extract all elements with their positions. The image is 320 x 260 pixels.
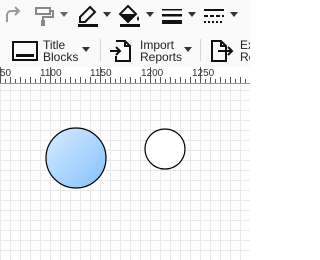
drawing-canvas[interactable] [0, 84, 250, 260]
line-color-dropdown[interactable] [103, 12, 111, 17]
export-reports-label-line2: Re [240, 50, 250, 64]
fill-color-icon[interactable] [118, 4, 142, 28]
ribbon-row: Title Blocks Import Reports Ex Re [0, 33, 250, 68]
fill-color-bar [120, 24, 140, 27]
line-color-icon[interactable] [76, 4, 100, 28]
ruler-label: 1150 [90, 68, 112, 79]
redo-icon[interactable] [2, 4, 22, 28]
import-reports-dropdown-icon[interactable] [184, 47, 192, 52]
ruler-label: 1100 [40, 68, 62, 79]
horizontal-ruler[interactable]: 50 1100 1150 1200 1250 [0, 67, 250, 84]
ruler-label: 50 [0, 68, 12, 79]
ribbon-separator [200, 39, 201, 61]
small-white-circle-shape[interactable] [144, 128, 186, 170]
line-style-dropdown[interactable] [230, 12, 238, 17]
line-style-icon[interactable] [202, 4, 226, 28]
title-blocks-icon [12, 41, 38, 61]
canvas-shapes [45, 127, 186, 189]
line-color-bar [78, 24, 98, 27]
formatting-toolbar [0, 0, 250, 34]
export-reports-icon [211, 40, 234, 62]
ruler-label: 1250 [192, 68, 215, 79]
export-reports-button[interactable]: Ex Re [204, 33, 250, 67]
ribbon-separator [100, 39, 101, 61]
import-reports-label-line2: Reports [140, 50, 183, 64]
ruler-label: 1200 [141, 68, 164, 79]
title-blocks-button[interactable]: Title Blocks [0, 33, 96, 67]
fill-color-dropdown[interactable] [146, 12, 154, 17]
import-reports-button[interactable]: Import Reports [104, 33, 196, 67]
large-blue-circle-shape[interactable] [45, 127, 107, 189]
title-blocks-dropdown-icon[interactable] [82, 47, 90, 52]
format-painter-icon[interactable] [32, 4, 56, 28]
import-reports-icon [110, 40, 131, 62]
line-weight-dropdown[interactable] [188, 12, 196, 17]
title-blocks-label-line2: Blocks [43, 50, 79, 64]
format-painter-dropdown[interactable] [60, 12, 68, 17]
line-weight-icon[interactable] [160, 4, 184, 28]
